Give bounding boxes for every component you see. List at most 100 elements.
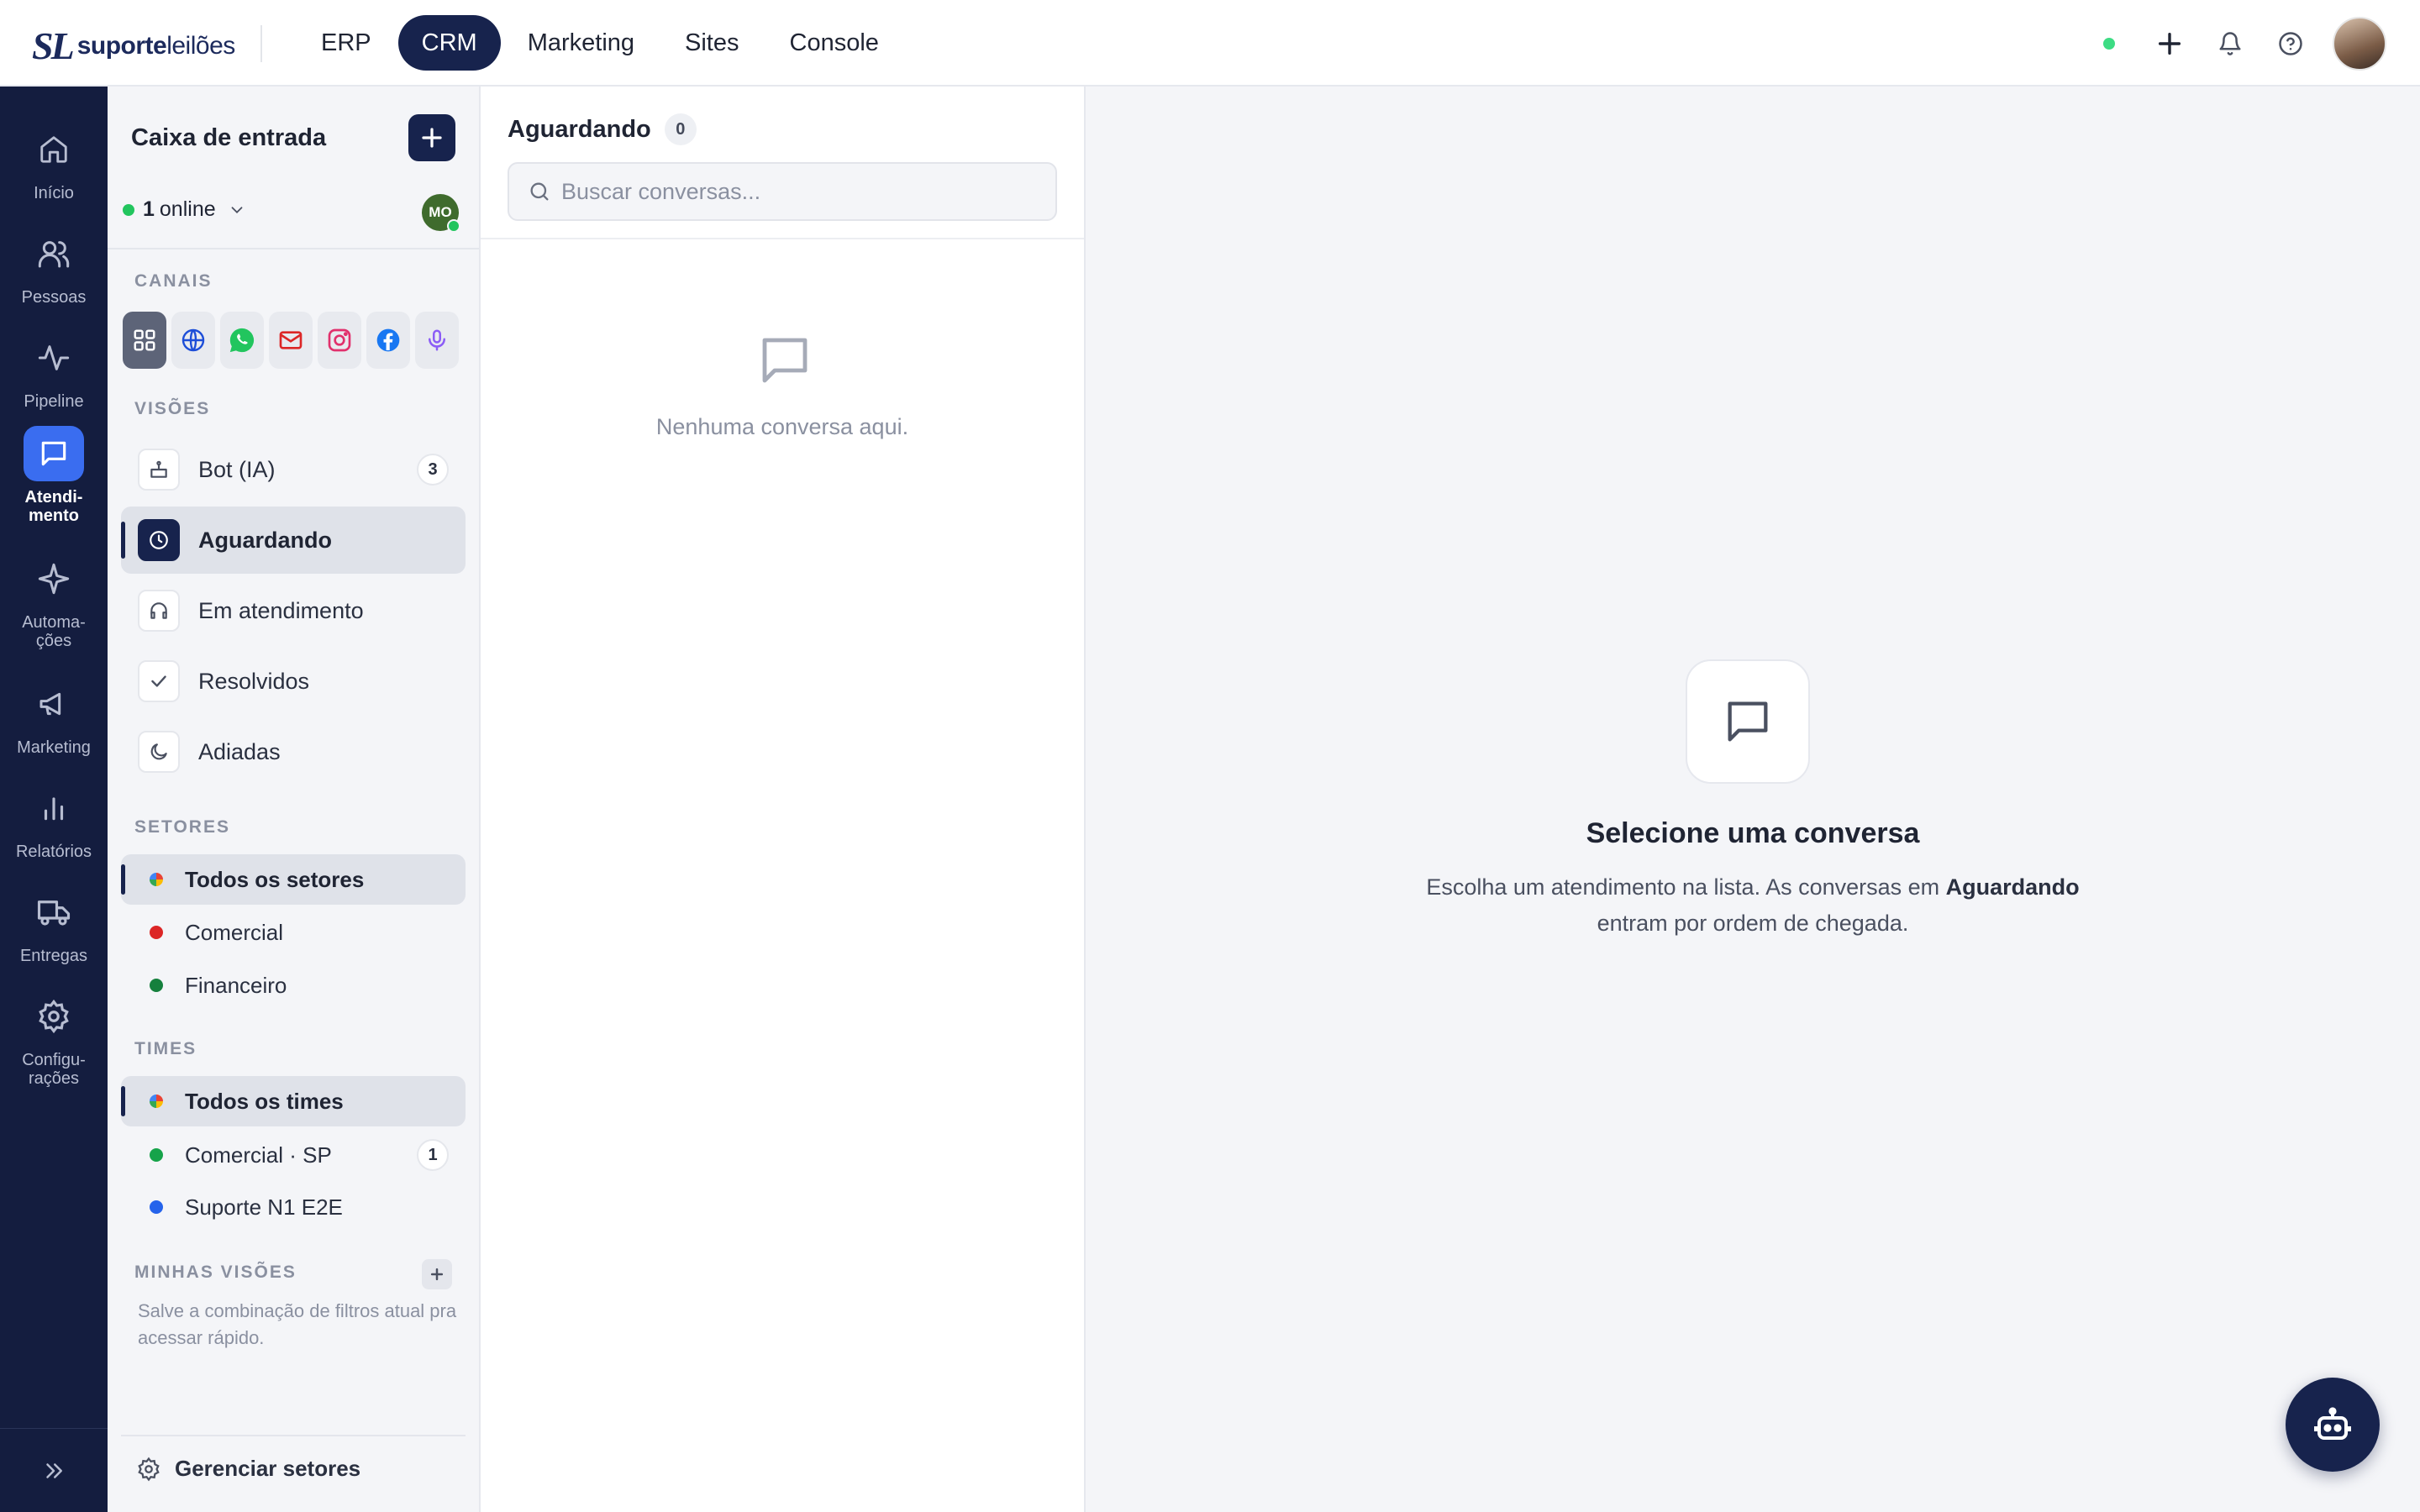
new-conversation-button[interactable] (408, 114, 455, 161)
manage-sectors-button[interactable]: Gerenciar setores (136, 1456, 360, 1482)
rail-item-pipeline[interactable]: Pipeline (0, 330, 108, 411)
view-bot-ia[interactable]: Bot (IA) 3 (121, 436, 466, 503)
grid-icon (134, 329, 155, 351)
team-color-dot (150, 1200, 163, 1214)
view-label: Aguardando (198, 527, 332, 553)
teams-heading: TIMES (134, 1039, 197, 1058)
top-actions (2079, 17, 2386, 71)
rail-label: Início (34, 184, 74, 202)
top-nav-sites[interactable]: Sites (661, 15, 762, 71)
agent-avatar[interactable]: MO (422, 194, 460, 233)
divider (121, 1435, 466, 1436)
top-nav-console[interactable]: Console (766, 15, 902, 71)
help-circle-icon (2279, 32, 2302, 55)
sector-comercial[interactable]: Comercial (121, 907, 466, 958)
divider (260, 25, 262, 62)
team-todos[interactable]: Todos os times (121, 1076, 466, 1126)
app-window: SL suporteleilões ERP CRM Marketing Site… (0, 0, 2420, 1512)
rail-item-inicio[interactable]: Início (0, 122, 108, 202)
top-bar: SL suporteleilões ERP CRM Marketing Site… (0, 0, 2420, 87)
logo-mark: SL (32, 24, 75, 67)
top-nav-erp[interactable]: ERP (297, 15, 395, 71)
rail-label: Automa- ções (22, 613, 86, 650)
channel-instagram[interactable] (318, 312, 361, 369)
online-count: 1 (143, 197, 155, 221)
rail-item-configuracoes[interactable]: Configu- rações (0, 989, 108, 1088)
bar-chart-icon (44, 797, 64, 821)
top-nav-marketing[interactable]: Marketing (504, 15, 658, 71)
channel-email[interactable] (269, 312, 313, 369)
rail-label: Configu- rações (22, 1051, 86, 1088)
channel-all[interactable] (123, 312, 166, 369)
list-title: Aguardando (508, 115, 651, 143)
top-nav-crm[interactable]: CRM (397, 15, 501, 71)
inbox-sidebar: Caixa de entrada 1 online MO CANAIS VISÕ… (108, 87, 481, 1512)
rail-item-marketing[interactable]: Marketing (0, 676, 108, 757)
connection-status (2079, 17, 2139, 71)
rail-label: Pipeline (24, 392, 84, 411)
rail-label: Marketing (17, 738, 91, 757)
online-status-dropdown[interactable]: 1 online (123, 197, 246, 222)
search-box[interactable] (508, 162, 1057, 221)
chat-icon (1728, 701, 1768, 742)
my-views-heading: MINHAS VISÕES (134, 1263, 297, 1282)
add-view-button[interactable] (422, 1259, 452, 1289)
search-input[interactable] (561, 178, 1032, 205)
user-avatar[interactable] (2333, 17, 2386, 71)
sector-color-dot (150, 926, 163, 939)
bot-icon (2314, 1407, 2351, 1440)
view-adiadas[interactable]: Adiadas (121, 718, 466, 785)
microphone-icon (429, 329, 445, 351)
team-color-dot (150, 1148, 163, 1162)
manage-sectors-label: Gerenciar setores (175, 1456, 361, 1481)
sector-color-dot (150, 979, 163, 992)
team-color-dot (150, 1095, 163, 1108)
my-views-hint: Salve a combinação de filtros atual pra … (138, 1300, 457, 1348)
view-label: Resolvidos (198, 668, 310, 694)
logo-wordmark: suporteleilões (76, 31, 236, 60)
rail-item-entregas[interactable]: Entregas (0, 885, 108, 965)
sector-financeiro[interactable]: Financeiro (121, 960, 466, 1011)
whatsapp-icon (229, 328, 255, 353)
view-label: Bot (IA) (198, 456, 276, 482)
check-icon (151, 675, 166, 687)
sector-todos[interactable]: Todos os setores (121, 854, 466, 905)
view-em-atendimento[interactable]: Em atendimento (121, 577, 466, 644)
plus-icon (430, 1268, 444, 1281)
chat-icon (41, 441, 66, 466)
new-button[interactable] (2139, 17, 2200, 71)
team-suporte-n1-e2e[interactable]: Suporte N1 E2E (121, 1182, 466, 1232)
team-label: Suporte N1 E2E (185, 1194, 343, 1220)
channel-voice[interactable] (415, 312, 459, 369)
sector-label: Todos os setores (185, 866, 365, 892)
channel-facebook[interactable] (366, 312, 410, 369)
rail-item-pessoas[interactable]: Pessoas (0, 226, 108, 307)
channels-heading: CANAIS (134, 271, 213, 291)
assistant-bot-button[interactable] (2286, 1378, 2380, 1472)
view-label: Em atendimento (198, 597, 364, 623)
gear-icon (39, 999, 69, 1034)
app-rail: Início Pessoas Pipeline Atendi- mento Au… (0, 87, 108, 1512)
notifications-button[interactable] (2200, 17, 2260, 71)
channel-filters (123, 312, 459, 369)
rail-item-relatorios[interactable]: Relatórios (0, 780, 108, 861)
expand-rail-button[interactable] (0, 1428, 108, 1512)
clock-icon (150, 531, 168, 549)
help-button[interactable] (2260, 17, 2321, 71)
rail-item-atendimento[interactable]: Atendi- mento (0, 426, 108, 525)
list-count-badge: 0 (664, 113, 697, 145)
view-resolvidos[interactable]: Resolvidos (121, 648, 466, 715)
team-comercial-sp[interactable]: Comercial · SP 1 (121, 1130, 466, 1180)
logo[interactable]: SL suporteleilões (32, 24, 235, 68)
views-heading: VISÕES (134, 399, 211, 418)
channel-whatsapp[interactable] (220, 312, 264, 369)
conversation-list: Aguardando 0 Nenhuma conversa aqui. (481, 87, 1086, 1512)
team-label: Todos os times (185, 1088, 344, 1114)
view-aguardando[interactable]: Aguardando (121, 507, 466, 574)
channel-web[interactable] (171, 312, 215, 369)
sidebar-title: Caixa de entrada (131, 124, 327, 151)
sector-color-dot (150, 873, 163, 886)
rail-item-automacoes[interactable]: Automa- ções (0, 551, 108, 650)
team-label: Comercial · SP (185, 1142, 332, 1168)
online-label: online (159, 197, 216, 221)
